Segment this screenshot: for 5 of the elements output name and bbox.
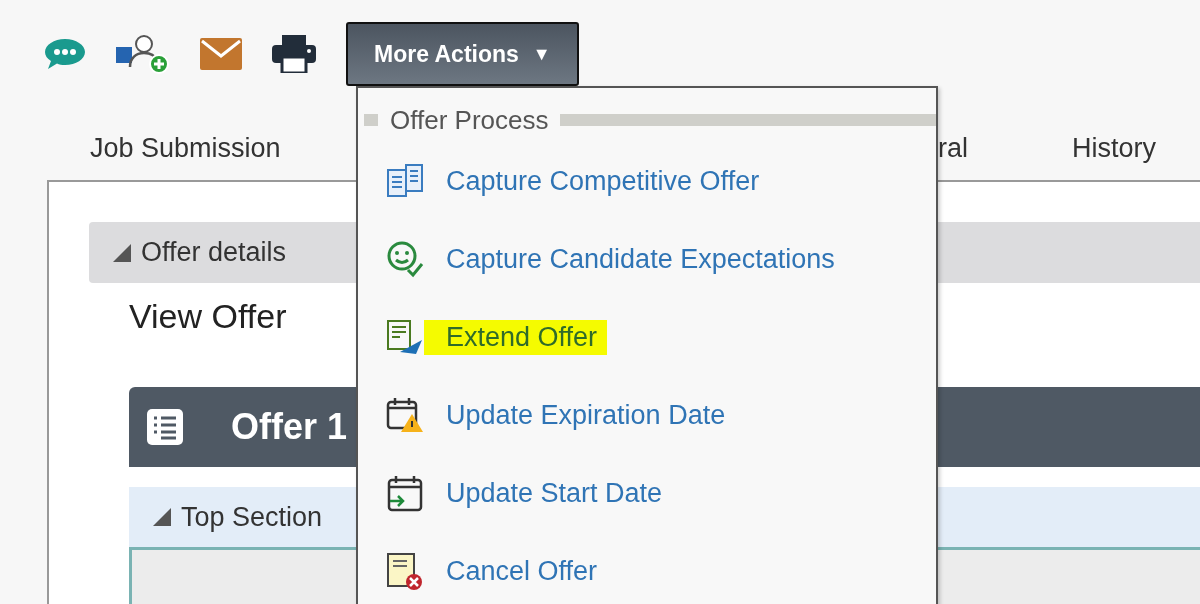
- page-heading: View Offer: [129, 297, 287, 335]
- section-title: Offer details: [141, 237, 287, 268]
- offer-title: Offer 1: [231, 406, 348, 448]
- menu-section-title: Offer Process: [390, 104, 549, 136]
- subsection-title: Top Section: [181, 501, 323, 533]
